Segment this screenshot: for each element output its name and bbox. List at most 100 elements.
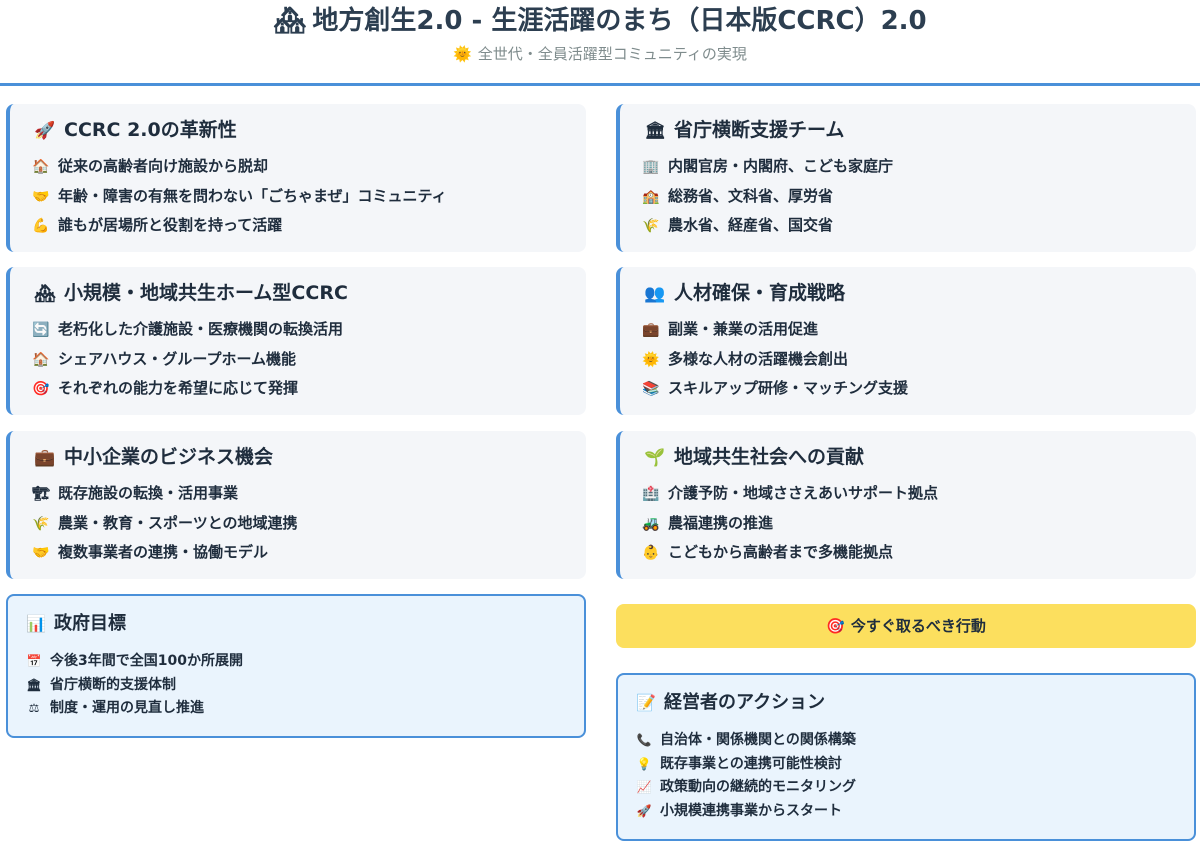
- muscle-icon: 💪: [32, 218, 50, 234]
- list-item-text: 今後3年間で全国100か所展開: [50, 653, 243, 669]
- card-list: 🏥 介護予防・地域ささえあいサポート拠点 🚜 農福連携の推進 👶 こどもから高齢者まで…: [640, 479, 938, 568]
- list-item-text: 既存事業との連携可能性検討: [660, 755, 842, 772]
- tractor-icon: 🚜: [642, 515, 660, 532]
- card-small-scale: 🏘 小規模・地域共生ホーム型CCRC 🔄 老朽化した介護施設・医療機関の転換活用 🏠…: [6, 267, 586, 415]
- list-item: 🌾 農水省、経産省、国交省: [640, 211, 893, 241]
- list-item-text: 内閣官房・内閣府、こども家庭庁: [668, 157, 894, 175]
- card-title: 🏘 小規模・地域共生ホーム型CCRC: [32, 281, 348, 306]
- action-now-button[interactable]: 🎯 今すぐ取るべき行動: [616, 604, 1196, 648]
- card-sme: 💼 中小企業のビジネス機会 🏗 既存施設の転換・活用事業 🌾 農業・教育・スポーツとの…: [6, 431, 586, 579]
- target-icon: 🎯: [826, 617, 845, 635]
- list-item-text: 既存施設の転換・活用事業: [58, 484, 239, 502]
- baby-icon: 👶: [642, 545, 660, 561]
- list-item: 💡 既存事業との連携可能性検討: [634, 753, 856, 777]
- page-subtitle-text: 全世代・全員活躍型コミュニティの実現: [477, 45, 747, 63]
- scales-icon: ⚖: [28, 701, 40, 715]
- list-item-text: シェアハウス・グループホーム機能: [58, 349, 297, 368]
- card-title-text: 人材確保・育成戦略: [674, 282, 846, 304]
- list-item: 👶 こどもから高齢者まで多機能拠点: [640, 538, 938, 568]
- list-item: 📈 政策動向の継続的モニタリング: [634, 776, 856, 800]
- houses-icon: 🏘: [273, 6, 307, 36]
- page-header: 🏘 地方創生2.0 - 生涯活躍のまち（日本版CCRC）2.0 🌞 全世代・全員活躍…: [0, 0, 1200, 86]
- card-title: 🌱 地域共生社会への貢献: [642, 445, 864, 470]
- office-building-icon: 🏢: [642, 159, 660, 175]
- hospital-icon: 🏥: [642, 486, 660, 502]
- list-item-text: 老朽化した介護施設・医療機関の転換活用: [58, 320, 344, 338]
- target-icon: 🎯: [32, 381, 50, 397]
- lightbulb-icon: 💡: [636, 756, 652, 771]
- page-title: 🏘 地方創生2.0 - 生涯活躍のまち（日本版CCRC）2.0: [0, 4, 1200, 38]
- list-item: 📞 自治体・関係機関との関係構築: [634, 729, 856, 753]
- memo-icon: 📝: [636, 693, 656, 712]
- box-title: 📊 政府目標: [24, 612, 126, 636]
- government-building-icon: 🏛: [644, 121, 666, 141]
- list-item: 🏗 既存施設の転換・活用事業: [30, 479, 298, 509]
- card-title-text: 小規模・地域共生ホーム型CCRC: [64, 282, 348, 304]
- handshake-icon: 🤝: [32, 188, 50, 205]
- card-list: 🏠 従来の高齢者向け施設から脱却 🤝 年齢・障害の有無を問わない「ごちゃまぜ」コミュ…: [30, 152, 447, 241]
- list-item-text: 年齢・障害の有無を問わない「ごちゃまぜ」コミュニティ: [58, 186, 447, 205]
- list-item-text: 副業・兼業の活用促進: [668, 320, 819, 338]
- list-item: 🚜 農福連携の推進: [640, 509, 938, 539]
- box-title: 📝 経営者のアクション: [634, 691, 825, 715]
- briefcase-icon: 💼: [34, 448, 56, 468]
- list-item: 🏠 シェアハウス・グループホーム機能: [30, 345, 343, 375]
- list-item: 🤝 複数事業者の連携・協働モデル: [30, 538, 298, 568]
- card-title: 👥 人材確保・育成戦略: [642, 281, 845, 306]
- box-list: 📅 今後3年間で全国100か所展開 🏛 省庁横断的支援体制 ⚖ 制度・運用の見直し推進: [24, 650, 243, 721]
- refresh-icon: 🔄: [32, 322, 50, 338]
- rocket-icon: 🚀: [636, 803, 652, 818]
- sun-icon: 🌞: [642, 351, 660, 368]
- list-item: 📚 スキルアップ研修・マッチング支援: [640, 374, 908, 404]
- list-item-text: 省庁横断的支援体制: [50, 676, 176, 693]
- rice-icon: 🌾: [32, 515, 50, 532]
- people-icon: 👥: [644, 284, 666, 304]
- card-talent: 👥 人材確保・育成戦略 💼 副業・兼業の活用促進 🌞 多様な人材の活躍機会創出 📚 スキ…: [616, 267, 1196, 415]
- houses-icon: 🏘: [34, 284, 56, 304]
- management-actions-box: 📝 経営者のアクション 📞 自治体・関係機関との関係構築 💡 既存事業との連携可能性検…: [616, 673, 1196, 841]
- box-title-text: 政府目標: [54, 613, 126, 634]
- list-item: 💼 副業・兼業の活用促進: [640, 315, 908, 345]
- list-item: 🏢 内閣官房・内閣府、こども家庭庁: [640, 152, 893, 182]
- house-icon: 🏠: [32, 351, 50, 368]
- list-item-text: 介護予防・地域ささえあいサポート拠点: [668, 484, 939, 502]
- list-item-text: 農水省、経産省、国交省: [668, 216, 834, 234]
- rocket-icon: 🚀: [34, 121, 56, 141]
- bar-chart-icon: 📊: [26, 614, 46, 633]
- list-item-text: 小規模連携事業からスタート: [660, 802, 842, 819]
- list-item-text: 複数事業者の連携・協働モデル: [58, 543, 269, 561]
- list-item-text: 制度・運用の見直し推進: [50, 700, 204, 716]
- list-item: 🌾 農業・教育・スポーツとの地域連携: [30, 509, 298, 539]
- construction-icon: 🏗: [32, 486, 50, 502]
- card-title-text: 省庁横断支援チーム: [674, 119, 845, 141]
- action-now-label: 今すぐ取るべき行動: [850, 617, 986, 635]
- chart-increasing-icon: 📈: [636, 780, 652, 794]
- card-title-text: 地域共生社会への貢献: [674, 446, 865, 468]
- list-item: 🏫 総務省、文科省、厚労省: [640, 182, 893, 212]
- list-item: 🔄 老朽化した介護施設・医療機関の転換活用: [30, 315, 343, 345]
- list-item-text: スキルアップ研修・マッチング支援: [668, 379, 909, 397]
- list-item: 🏠 従来の高齢者向け施設から脱却: [30, 152, 447, 182]
- seedling-icon: 🌱: [644, 448, 666, 468]
- handshake-icon: 🤝: [32, 545, 50, 561]
- page-subtitle: 🌞 全世代・全員活躍型コミュニティの実現: [0, 44, 1200, 64]
- list-item-text: 農業・教育・スポーツとの地域連携: [58, 513, 298, 532]
- list-item-text: 多様な人材の活躍機会創出: [668, 349, 849, 368]
- list-item-text: それぞれの能力を希望に応じて発揮: [58, 379, 299, 397]
- calendar-icon: 📅: [26, 654, 42, 668]
- list-item: ⚖ 制度・運用の見直し推進: [24, 697, 243, 721]
- list-item: 💪 誰もが居場所と役割を持って活躍: [30, 211, 447, 241]
- list-item-text: 農福連携の推進: [668, 513, 774, 532]
- card-title-text: CCRC 2.0の革新性: [64, 119, 237, 141]
- card-title: 🚀 CCRC 2.0の革新性: [32, 118, 237, 143]
- card-community: 🌱 地域共生社会への貢献 🏥 介護予防・地域ささえあいサポート拠点 🚜 農福連携の推進…: [616, 431, 1196, 579]
- list-item-text: 総務省、文科省、厚労省: [668, 186, 834, 205]
- list-item: 🏥 介護予防・地域ささえあいサポート拠点: [640, 479, 938, 509]
- school-icon: 🏫: [642, 188, 660, 205]
- books-icon: 📚: [642, 381, 660, 397]
- card-list: 💼 副業・兼業の活用促進 🌞 多様な人材の活躍機会創出 📚 スキルアップ研修・マッチン…: [640, 315, 908, 404]
- rice-icon: 🌾: [642, 218, 660, 234]
- list-item: 🤝 年齢・障害の有無を問わない「ごちゃまぜ」コミュニティ: [30, 182, 447, 212]
- card-list: 🔄 老朽化した介護施設・医療機関の転換活用 🏠 シェアハウス・グループホーム機能 🎯…: [30, 315, 343, 404]
- card-list: 🏗 既存施設の転換・活用事業 🌾 農業・教育・スポーツとの地域連携 🤝 複数事業者の連…: [30, 479, 298, 568]
